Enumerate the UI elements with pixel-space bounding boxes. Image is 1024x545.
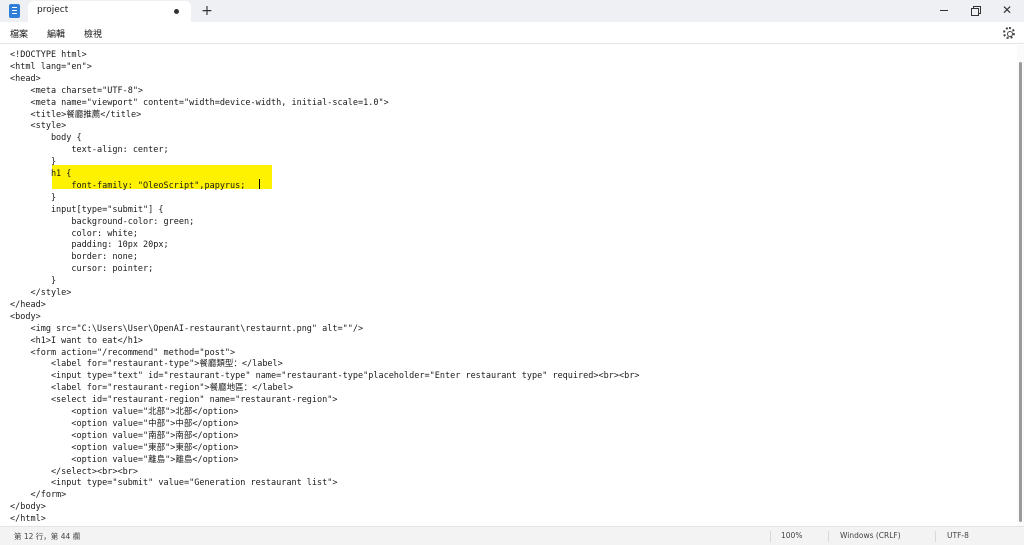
code-line: <h1>I want to eat</h1> bbox=[10, 335, 144, 346]
code-line: <option value="北部">北部</option> bbox=[10, 407, 239, 417]
notepad-app-icon bbox=[9, 4, 20, 18]
code-line: text-align: center; bbox=[10, 145, 169, 156]
code-line: <option value="東部">東部</option> bbox=[10, 442, 239, 453]
code-line: <input type="text" id="restaurant-type" … bbox=[10, 371, 640, 382]
menu-edit[interactable]: 編輯 bbox=[47, 27, 65, 40]
code-line: <label for="restaurant-type">餐廳類型：</labe… bbox=[10, 359, 283, 370]
settings-gear-icon[interactable] bbox=[1003, 27, 1015, 39]
text-editor[interactable]: <!DOCTYPE html> <html lang="en"> <head> <m… bbox=[0, 45, 1017, 526]
tab-title: project bbox=[37, 5, 69, 15]
status-bar: 第 12 行，第 44 欄 100% Windows (CRLF) UTF-8 bbox=[0, 526, 1024, 545]
menu-view[interactable]: 檢視 bbox=[84, 27, 102, 40]
code-line: <!DOCTYPE html> bbox=[10, 50, 87, 60]
code-line: } bbox=[10, 157, 57, 168]
close-button[interactable]: ✕ bbox=[1000, 3, 1014, 17]
code-line: background-color: green; bbox=[10, 216, 195, 227]
code-line: color: white; bbox=[10, 228, 138, 239]
code-line: </body> bbox=[10, 502, 46, 513]
code-line: </head> bbox=[10, 299, 46, 310]
code-line: <option value="中部">中部</option> bbox=[10, 418, 239, 429]
code-line: } bbox=[10, 276, 57, 287]
menu-bar: 檔案 編輯 檢視 bbox=[0, 22, 1024, 44]
code-line: <body> bbox=[10, 311, 41, 322]
code-line: <option value="南部">南部</option> bbox=[10, 430, 239, 441]
code-line: <meta charset="UTF-8"> bbox=[10, 85, 144, 96]
code-line: font-family: "OleoScript",papyrus; bbox=[10, 180, 246, 191]
code-line: </html> bbox=[10, 514, 46, 525]
encoding[interactable]: UTF-8 bbox=[947, 531, 969, 540]
code-line: <html lang="en"> bbox=[10, 61, 92, 72]
code-line: </style> bbox=[10, 288, 72, 298]
code-line: body { bbox=[10, 133, 82, 144]
code-line: <head> bbox=[10, 73, 41, 84]
restore-button[interactable] bbox=[969, 3, 983, 17]
code-line: border: none; bbox=[10, 252, 138, 263]
cursor-position: 第 12 行，第 44 欄 bbox=[14, 532, 81, 541]
new-tab-button[interactable]: + bbox=[200, 2, 214, 20]
code-line: <select id="restaurant-region" name="res… bbox=[10, 395, 338, 406]
code-line: } bbox=[10, 192, 57, 203]
code-line: <form action="/recommend" method="post"> bbox=[10, 347, 236, 358]
line-ending[interactable]: Windows (CRLF) bbox=[840, 531, 901, 540]
menu-file[interactable]: 檔案 bbox=[10, 27, 28, 40]
code-line: <img src="C:\Users\User\OpenAI-restauran… bbox=[10, 323, 364, 334]
tab-project[interactable]: project bbox=[28, 1, 191, 22]
code-line: <style> bbox=[10, 121, 67, 132]
code-line: <title>餐廳推薦</title> bbox=[10, 109, 142, 120]
unsaved-dot-icon[interactable] bbox=[174, 9, 179, 14]
code-line: <label for="restaurant-region">餐廳地區：</la… bbox=[10, 383, 294, 394]
code-line: input[type="submit"] { bbox=[10, 204, 164, 215]
status-divider bbox=[935, 531, 936, 542]
code-line: </form> bbox=[10, 490, 67, 501]
zoom-level[interactable]: 100% bbox=[781, 531, 802, 540]
code-line: <input type="submit" value="Generation r… bbox=[10, 478, 338, 489]
scrollbar-thumb[interactable] bbox=[1019, 62, 1022, 522]
status-divider bbox=[770, 531, 771, 542]
status-divider bbox=[828, 531, 829, 542]
text-caret bbox=[259, 179, 260, 189]
title-bar: project + ✕ bbox=[0, 0, 1024, 22]
code-line: </select><br><br> bbox=[10, 466, 138, 477]
minimize-button[interactable] bbox=[937, 3, 951, 17]
code-line: cursor: pointer; bbox=[10, 264, 154, 275]
code-line: h1 { bbox=[10, 169, 72, 179]
code-line: <option value="離島">離島</option> bbox=[10, 454, 239, 465]
code-line: <meta name="viewport" content="width=dev… bbox=[10, 97, 389, 108]
code-line: padding: 10px 20px; bbox=[10, 240, 169, 251]
